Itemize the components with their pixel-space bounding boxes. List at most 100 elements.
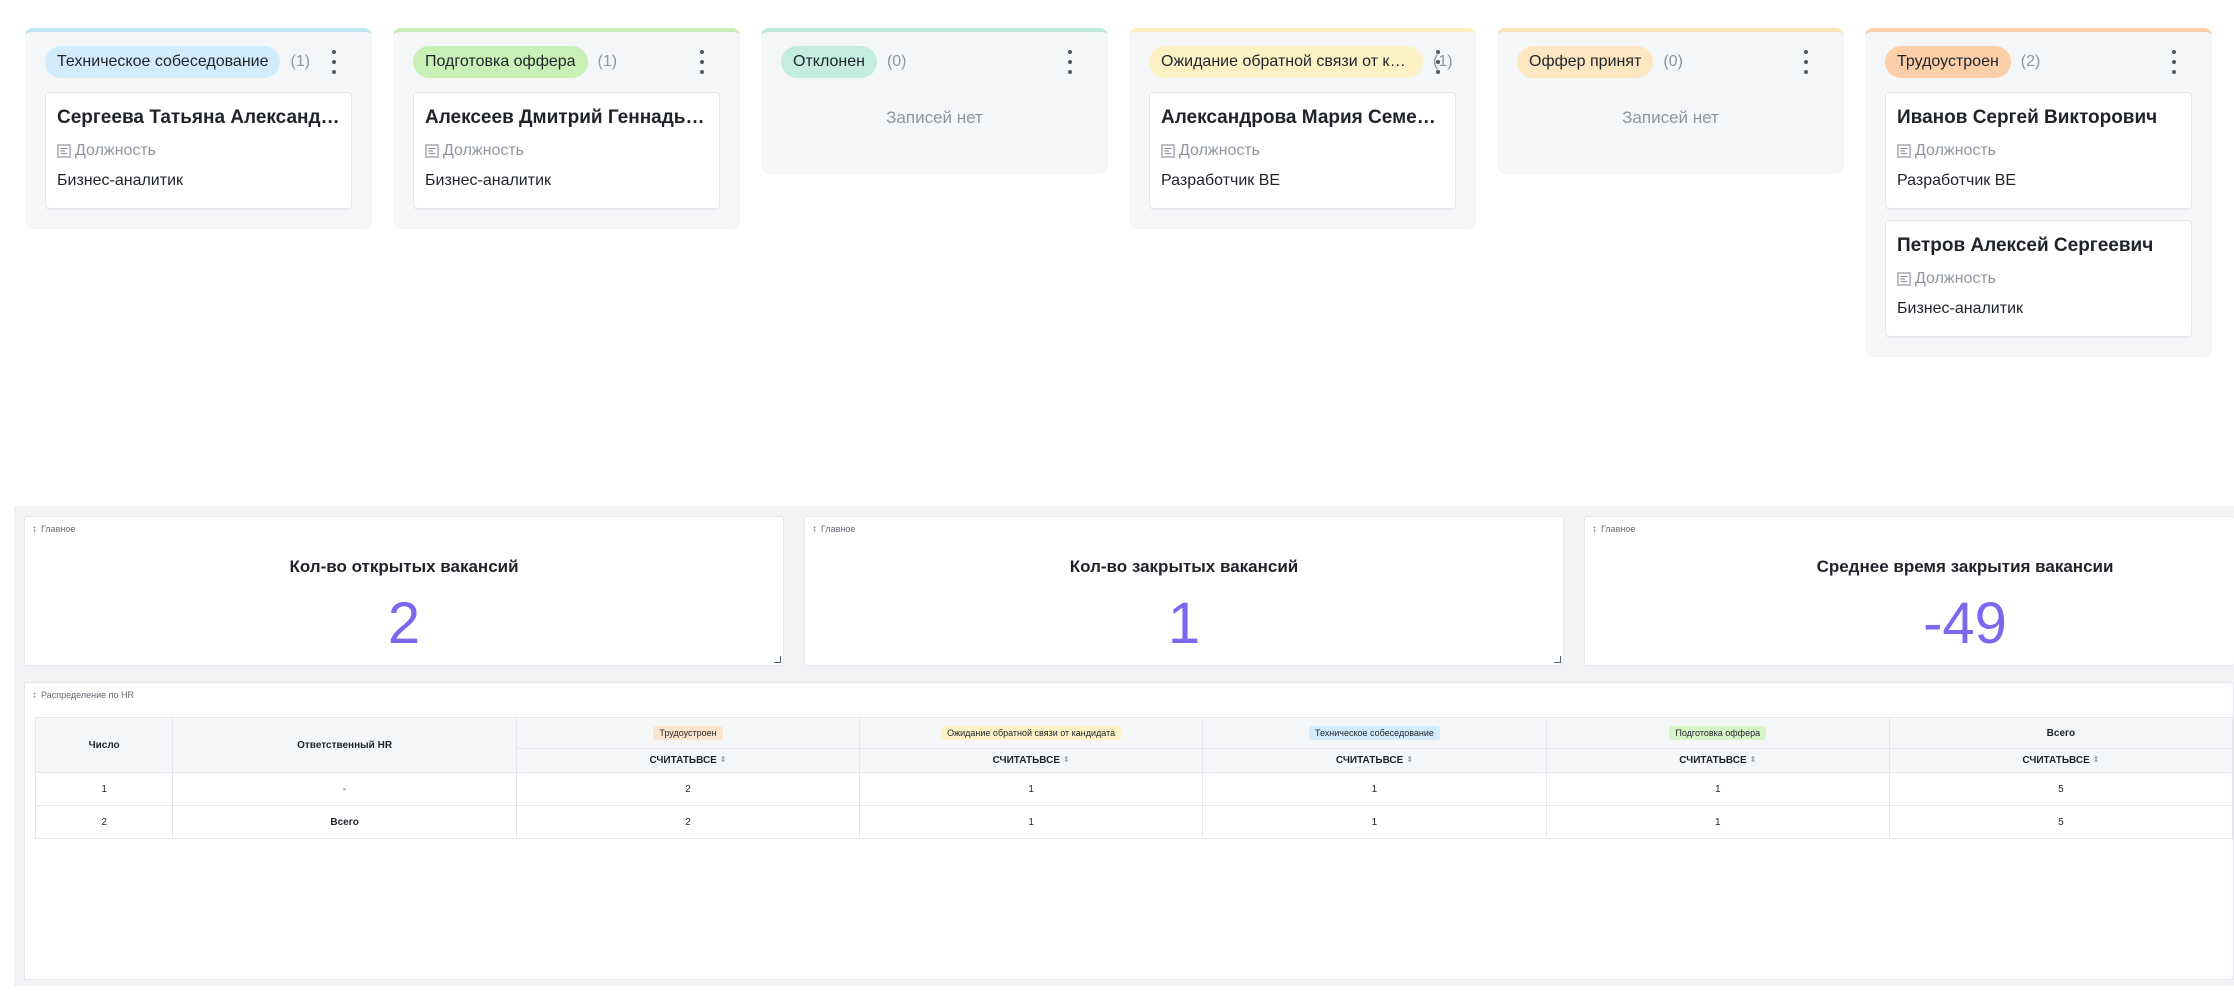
sort-icon[interactable]: ⇕ [1063,756,1070,764]
status-badge[interactable]: Техническое собеседование [45,46,281,78]
field-label: Должность [425,140,708,162]
position-value: Бизнес-аналитик [1897,300,2024,317]
position-value: Бизнес-аналитик [425,172,552,189]
field-label-text: Должность [1179,142,1260,159]
subheader-label: СЧИТАТЬВСЕ [649,755,717,766]
status-badge[interactable]: Отклонен [781,46,877,78]
kpi-value: -49 [1923,591,2007,656]
candidate-name: Сергеева Татьяна Александровна [57,107,340,128]
table-tag: Распределение по HR [33,690,134,700]
sort-icon[interactable]: ⇕ [2093,756,2100,764]
status-badge[interactable]: Оффер принят [1517,46,1654,78]
kanban-column: Подготовка оффера (1) Алексеев Дмитрий Ген… [393,28,740,229]
candidate-card[interactable]: Петров Алексей Сергеевич Должность Бизнес-… [1885,220,2192,337]
resize-handle-icon[interactable] [774,656,781,663]
field-label: Должность [1897,268,2180,290]
more-options-icon[interactable] [692,50,712,74]
subheader-label: СЧИТАТЬВСЕ [1679,755,1747,766]
col-subheader[interactable]: СЧИТАТЬВСЕ ⇕ [1545,748,1890,773]
kpi-value: 1 [1167,591,1201,656]
resize-handle-icon[interactable] [1554,656,1561,663]
candidate-name: Александрова Мария Семеновна [1161,107,1444,128]
more-options-icon[interactable] [1060,50,1080,74]
kpi-value: 2 [387,591,421,656]
col-header-hr[interactable]: Ответственный HR [172,717,517,773]
candidate-card[interactable]: Алексеев Дмитрий Геннадьевич Должность Биз… [413,92,720,209]
col-group-header[interactable]: Техническое собеседование [1202,717,1547,749]
col-group-header[interactable]: Всего [1888,717,2234,749]
dashboard: Главное Кол-во открытых вакансий 2 Главн… [14,506,2234,986]
text-field-icon [57,144,71,158]
column-header: Подготовка оффера (1) [413,32,720,92]
empty-state: Записей нет [1622,108,1719,127]
status-badge[interactable]: Подготовка оффера [413,46,588,78]
cell-value: 1 [1545,805,1890,839]
kanban-column: Техническое собеседование (1) Сергеева Тат… [25,28,372,229]
field-label: Должность [57,140,340,162]
kpi-tag-label: Главное [1601,524,1636,534]
col-group-header[interactable]: Подготовка оффера [1545,717,1890,749]
kanban-column: Отклонен (0) Записей нет [761,28,1108,174]
drag-handle-icon[interactable] [33,691,36,699]
sort-icon[interactable]: ⇕ [1750,756,1757,764]
candidate-card[interactable]: Александрова Мария Семеновна Должность Раз… [1149,92,1456,209]
text-field-icon [1897,144,1911,158]
more-options-icon[interactable] [1428,50,1448,74]
hr-distribution-table: Число Ответственный HR Трудоустроен Ожида… [34,717,2234,839]
column-count: (1) [597,53,618,70]
kpi-card-closed-vacancies[interactable]: Главное Кол-во закрытых вакансий 1 [804,516,1564,666]
drag-handle-icon[interactable] [1593,525,1596,533]
sort-icon[interactable]: ⇕ [1406,756,1413,764]
drag-handle-icon[interactable] [813,525,816,533]
table-row[interactable]: 2 Всего 2 1 1 1 5 [34,805,2234,839]
col-subheader[interactable]: СЧИТАТЬВСЕ ⇕ [859,748,1204,773]
col-subheader[interactable]: СЧИТАТЬВСЕ ⇕ [1888,748,2234,773]
status-badge[interactable]: Трудоустроен [1885,46,2011,78]
field-label: Должность [1161,140,1444,162]
sort-icon[interactable]: ⇕ [720,756,727,764]
candidate-card[interactable]: Сергеева Татьяна Александровна Должность Б… [45,92,352,209]
group-label: Техническое собеседование [1308,726,1440,740]
position-value: Разработчик BE [1161,172,1281,189]
kpi-tag-label: Главное [41,524,76,534]
cell-value: 5 [1888,805,2234,839]
kpi-tag: Главное [33,524,75,534]
kanban-column: Оффер принят (0) Записей нет [1497,28,1844,174]
position-value: Бизнес-аналитик [57,172,184,189]
candidate-name: Петров Алексей Сергеевич [1897,235,2154,256]
more-options-icon[interactable] [324,50,344,74]
col-group-header[interactable]: Трудоустроен [515,717,861,749]
kpi-title: Среднее время закрытия вакансии [1816,557,2114,576]
col-group-header[interactable]: Ожидание обратной связи от кандидата [859,717,1204,749]
col-header-number[interactable]: Число [34,717,174,773]
table-row[interactable]: 1-21115 [34,772,2234,806]
column-count: (0) [886,53,907,70]
candidate-card[interactable]: Иванов Сергей Викторович Должность Разрабо… [1885,92,2192,209]
more-options-icon[interactable] [1796,50,1816,74]
kpi-tag: Главное [813,524,855,534]
column-header: Отклонен (0) [781,32,1088,92]
col-subheader[interactable]: СЧИТАТЬВСЕ ⇕ [1202,748,1547,773]
cell-value: 2 [515,805,861,839]
text-field-icon [1161,144,1175,158]
kpi-card-avg-close-time[interactable]: Главное Среднее время закрытия вакансии … [1584,516,2234,666]
candidate-name: Алексеев Дмитрий Геннадьевич [425,107,708,128]
status-badge[interactable]: Ожидание обратной связи от кандидата [1149,46,1423,78]
group-label: Ожидание обратной связи от кандидата [941,726,1122,740]
cell-value: 5 [1888,772,2234,806]
group-label: Подготовка оффера [1669,726,1767,740]
col-subheader[interactable]: СЧИТАТЬВСЕ ⇕ [515,748,861,773]
cell-value: 1 [859,805,1204,839]
subheader-label: СЧИТАТЬВСЕ [1335,755,1404,766]
more-options-icon[interactable] [2164,50,2184,74]
field-label-text: Должность [75,142,156,159]
kpi-card-open-vacancies[interactable]: Главное Кол-во открытых вакансий 2 [24,516,784,666]
cell-number: 1 [34,772,174,806]
drag-handle-icon[interactable] [33,525,36,533]
kpi-title: Кол-во открытых вакансий [289,557,519,576]
column-header: Ожидание обратной связи от кандидата(1) [1149,32,1456,92]
kpi-tag-label: Главное [821,524,856,534]
cell-value: 1 [1202,805,1547,839]
cell-value: 1 [1545,772,1890,806]
kpi-title: Кол-во закрытых вакансий [1069,557,1299,576]
